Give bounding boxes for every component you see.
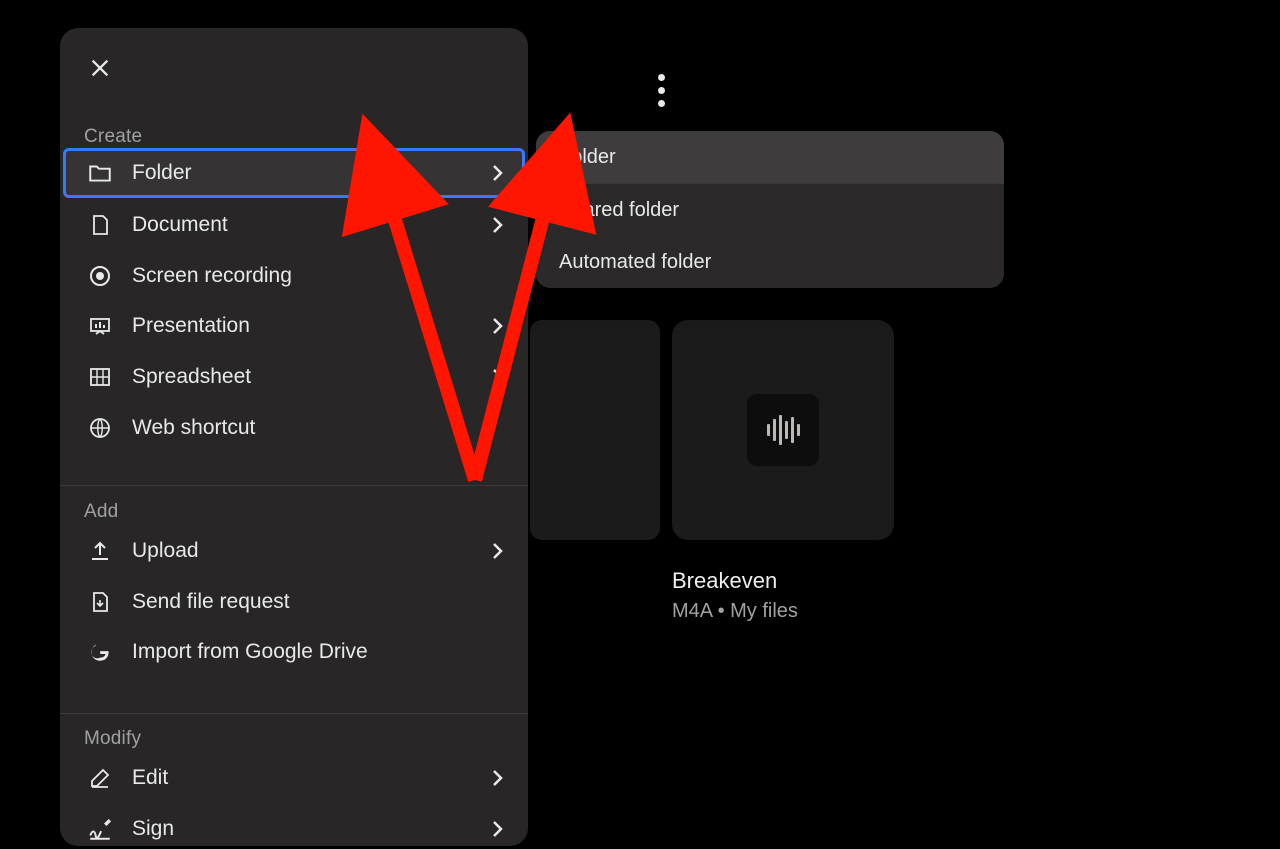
- globe-icon: [86, 414, 114, 442]
- menu-item-edit[interactable]: Edit: [60, 753, 528, 803]
- chevron-right-icon: [488, 541, 508, 561]
- audio-waveform-icon: [747, 394, 819, 466]
- edit-icon: [86, 764, 114, 792]
- section-title-modify: Modify: [84, 728, 141, 750]
- menu-item-send-file-request[interactable]: Send file request: [60, 577, 528, 627]
- document-icon: [86, 211, 114, 239]
- chevron-right-icon: [488, 819, 508, 839]
- menu-item-label: Document: [132, 213, 228, 237]
- sign-icon: [86, 815, 114, 843]
- create-panel: Create Folder Document Screen recording …: [60, 28, 528, 846]
- menu-item-label: Folder: [132, 161, 192, 185]
- submenu-item-label: Shared folder: [559, 199, 679, 222]
- file-tile-peek: [530, 320, 660, 540]
- chevron-right-icon: [488, 768, 508, 788]
- record-icon: [86, 262, 114, 290]
- menu-item-label: Import from Google Drive: [132, 640, 368, 664]
- menu-item-label: Upload: [132, 539, 199, 563]
- menu-item-screen-recording[interactable]: Screen recording: [60, 251, 528, 301]
- section-title-create: Create: [84, 126, 142, 148]
- file-meta: M4A • My files: [672, 600, 894, 623]
- file-tile[interactable]: Breakeven M4A • My files: [672, 320, 894, 623]
- submenu-item-shared-folder[interactable]: Shared folder: [536, 184, 1004, 236]
- folder-icon: [86, 159, 114, 187]
- section-title-add: Add: [84, 501, 118, 523]
- menu-item-label: Send file request: [132, 590, 290, 614]
- menu-item-label: Web shortcut: [132, 416, 255, 440]
- menu-item-label: Spreadsheet: [132, 365, 251, 389]
- file-request-icon: [86, 588, 114, 616]
- menu-item-label: Edit: [132, 766, 168, 790]
- chevron-right-icon: [488, 215, 508, 235]
- file-name: Breakeven: [672, 568, 894, 594]
- menu-item-folder[interactable]: Folder: [60, 148, 528, 198]
- chevron-right-icon: [488, 316, 508, 336]
- divider: [60, 485, 528, 486]
- menu-item-label: Presentation: [132, 314, 250, 338]
- google-icon: [86, 638, 114, 666]
- upload-icon: [86, 537, 114, 565]
- presentation-icon: [86, 312, 114, 340]
- close-icon: [89, 57, 111, 79]
- chevron-right-icon: [488, 163, 508, 183]
- menu-item-label: Screen recording: [132, 264, 292, 288]
- divider: [60, 713, 528, 714]
- menu-item-import-google-drive[interactable]: Import from Google Drive: [60, 627, 528, 677]
- menu-item-presentation[interactable]: Presentation: [60, 301, 528, 351]
- submenu-item-folder[interactable]: Folder: [536, 131, 1004, 183]
- menu-item-document[interactable]: Document: [60, 200, 528, 250]
- chevron-right-icon: [488, 367, 508, 387]
- menu-item-spreadsheet[interactable]: Spreadsheet: [60, 352, 528, 402]
- submenu-item-automated-folder[interactable]: Automated folder: [536, 236, 1004, 288]
- menu-item-web-shortcut[interactable]: Web shortcut: [60, 403, 528, 453]
- menu-item-sign[interactable]: Sign: [60, 804, 528, 846]
- close-button[interactable]: [88, 56, 112, 80]
- spreadsheet-icon: [86, 363, 114, 391]
- submenu-item-label: Folder: [559, 146, 616, 169]
- file-thumbnail: [672, 320, 894, 540]
- more-options-button[interactable]: [646, 70, 676, 110]
- folder-submenu: Folder Shared folder Automated folder: [536, 131, 1004, 288]
- submenu-item-label: Automated folder: [559, 251, 711, 274]
- menu-item-label: Sign: [132, 817, 174, 841]
- menu-item-upload[interactable]: Upload: [60, 526, 528, 576]
